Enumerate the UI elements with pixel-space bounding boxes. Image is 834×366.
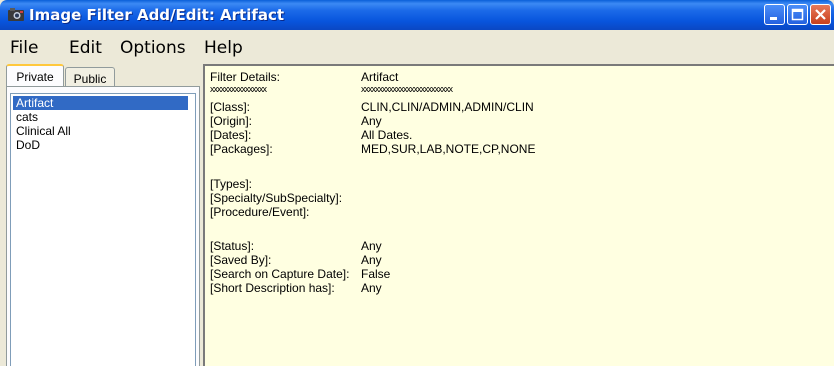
list-item-cats[interactable]: cats: [13, 110, 42, 124]
list-item-clinical-all[interactable]: Clinical All: [13, 124, 75, 138]
menu-bar: File Edit Options Help: [0, 30, 834, 62]
origin-value: Any: [361, 114, 382, 128]
details-header-value: Artifact: [361, 70, 399, 84]
dates-value: All Dates.: [361, 128, 413, 142]
header-label-underline: xxxxxxxxxxxxxxxx: [210, 84, 267, 94]
minimize-button[interactable]: [764, 4, 785, 25]
search-capture-date-label: [Search on Capture Date]:: [210, 267, 350, 281]
maximize-icon: [791, 8, 804, 21]
origin-label: [Origin]:: [210, 114, 253, 128]
filter-listbox[interactable]: Artifact cats Clinical All DoD: [10, 93, 196, 366]
short-description-label: [Short Description has]:: [210, 281, 335, 295]
specialty-label: [Specialty/SubSpecialty]:: [210, 191, 343, 205]
menu-edit[interactable]: Edit: [69, 38, 102, 58]
dates-label: [Dates]:: [210, 128, 252, 142]
types-label: [Types]:: [210, 177, 253, 191]
minimize-icon: [770, 17, 777, 20]
class-value: CLIN,CLIN/ADMIN,ADMIN/CLIN: [361, 100, 534, 114]
image-filter-window: Image Filter Add/Edit: Artifact File Edi…: [0, 0, 834, 366]
header-value-underline: xxxxxxxxxxxxxxxxxxxxxxxxxx: [361, 84, 453, 94]
title-bar[interactable]: Image Filter Add/Edit: Artifact: [0, 0, 834, 30]
close-button[interactable]: [810, 4, 831, 25]
menu-help[interactable]: Help: [204, 38, 243, 58]
status-label: [Status]:: [210, 239, 255, 253]
menu-file[interactable]: File: [10, 38, 38, 58]
saved-by-value: Any: [361, 253, 382, 267]
list-item-dod[interactable]: DoD: [13, 138, 44, 152]
packages-value: MED,SUR,LAB,NOTE,CP,NONE: [361, 142, 536, 156]
saved-by-label: [Saved By]:: [210, 253, 272, 267]
packages-label: [Packages]:: [210, 142, 273, 156]
status-value: Any: [361, 239, 382, 253]
filter-details-pane: Filter Details: Artifact xxxxxxxxxxxxxxx…: [203, 64, 834, 366]
list-item-artifact[interactable]: Artifact: [13, 96, 188, 110]
search-capture-date-value: False: [361, 267, 391, 281]
class-label: [Class]:: [210, 100, 251, 114]
procedure-label: [Procedure/Event]:: [210, 205, 310, 219]
window-title: Image Filter Add/Edit: Artifact: [29, 6, 285, 24]
details-header-label: Filter Details:: [210, 70, 281, 84]
menu-options[interactable]: Options: [120, 38, 186, 58]
short-description-value: Any: [361, 281, 382, 295]
filter-list-panel: Private Public Artifact cats Clinical Al…: [0, 62, 202, 366]
close-icon: [815, 9, 826, 20]
maximize-button[interactable]: [787, 4, 808, 25]
camera-app-icon: [8, 8, 24, 21]
